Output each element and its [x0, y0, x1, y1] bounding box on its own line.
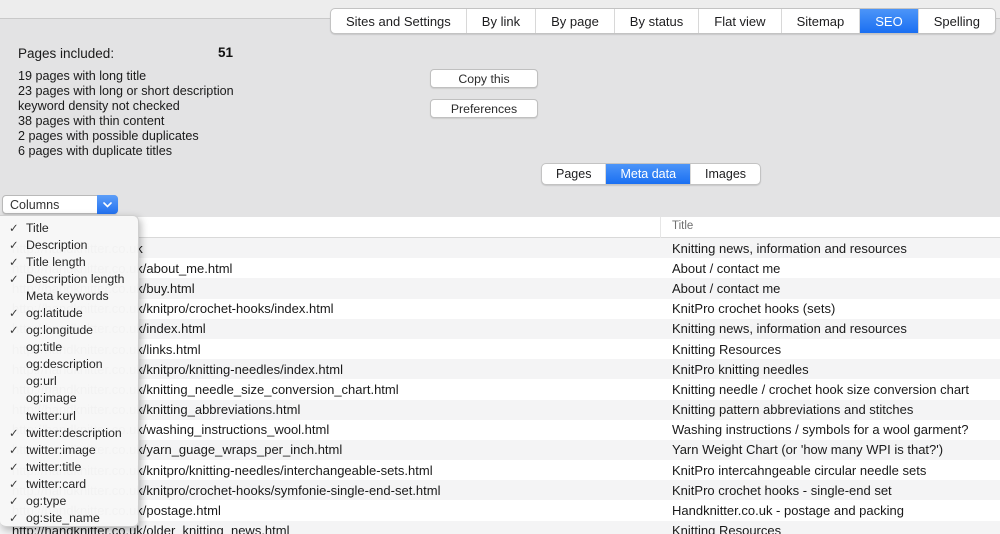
chevron-down-icon[interactable] — [97, 195, 118, 214]
menu-item-meta-keywords[interactable]: Meta keywords — [0, 287, 138, 304]
tab-flat-view[interactable]: Flat view — [698, 9, 780, 33]
summary-line: 2 pages with possible duplicates — [18, 129, 234, 144]
table-row[interactable]: http://handknitter.co.uk/washing_instruc… — [0, 420, 1000, 440]
checkmark-icon: ✓ — [9, 272, 23, 286]
pages-included-label: Pages included: — [18, 46, 114, 61]
menu-item-description[interactable]: ✓Description — [0, 236, 138, 253]
menu-item-twitter-url[interactable]: twitter:url — [0, 407, 138, 424]
tab-images[interactable]: Images — [690, 164, 760, 184]
table-row[interactable]: http://handknitter.co.uk/yarn_guage_wrap… — [0, 440, 1000, 460]
menu-item-twitter-title[interactable]: ✓twitter:title — [0, 458, 138, 475]
main-tab-bar: Sites and Settings By link By page By st… — [330, 8, 996, 34]
summary-line: keyword density not checked — [18, 99, 234, 114]
title-cell: Knitting needle / crochet hook size conv… — [660, 382, 1000, 397]
checkmark-icon: ✓ — [9, 255, 23, 269]
summary-line: 19 pages with long title — [18, 69, 234, 84]
menu-item-og-description[interactable]: og:description — [0, 356, 138, 373]
checkmark-icon: ✓ — [9, 306, 23, 320]
menu-item-og-image[interactable]: og:image — [0, 390, 138, 407]
table-row[interactable]: http://handknitter.co.uk/knitting_needle… — [0, 379, 1000, 399]
title-cell: Knitting news, information and resources — [660, 241, 1000, 256]
columns-popup-label: Columns — [3, 198, 98, 212]
title-cell: Yarn Weight Chart (or 'how many WPI is t… — [660, 442, 1000, 457]
menu-item-og-longitude[interactable]: ✓og:longitude — [0, 322, 138, 339]
table-row[interactable]: http://handknitter.co.ukKnitting news, i… — [0, 238, 1000, 258]
tab-spelling[interactable]: Spelling — [918, 9, 995, 33]
preferences-button[interactable]: Preferences — [430, 99, 538, 118]
menu-item-twitter-description[interactable]: ✓twitter:description — [0, 424, 138, 441]
results-tab-bar: Pages Meta data Images — [541, 163, 761, 185]
title-cell: KnitPro crochet hooks - single-end set — [660, 483, 1000, 498]
columns-popup-button[interactable]: Columns — [2, 195, 118, 214]
menu-item-og-title[interactable]: og:title — [0, 339, 138, 356]
tab-by-link[interactable]: By link — [466, 9, 535, 33]
checkmark-icon: ✓ — [9, 477, 23, 491]
checkmark-icon: ✓ — [9, 443, 23, 457]
column-divider — [660, 217, 661, 238]
menu-item-description-length[interactable]: ✓Description length — [0, 270, 138, 287]
title-cell: KnitPro intercahngeable circular needle … — [660, 463, 1000, 478]
menu-item-twitter-image[interactable]: ✓twitter:image — [0, 441, 138, 458]
menu-item-og-type[interactable]: ✓og:type — [0, 493, 138, 510]
title-column-header[interactable]: Title — [672, 220, 693, 232]
title-cell: Knitting news, information and resources — [660, 321, 1000, 336]
table-row[interactable]: http://handknitter.co.uk/buy.htmlAbout /… — [0, 278, 1000, 298]
table-row[interactable]: http://handknitter.co.uk/knitting_abbrev… — [0, 400, 1000, 420]
menu-item-og-latitude[interactable]: ✓og:latitude — [0, 304, 138, 321]
checkmark-icon: ✓ — [9, 460, 23, 474]
meta-data-table: Title http://handknitter.co.ukKnitting n… — [0, 217, 1000, 534]
summary-line: 38 pages with thin content — [18, 114, 234, 129]
title-cell: KnitPro crochet hooks (sets) — [660, 301, 1000, 316]
checkmark-icon: ✓ — [9, 221, 23, 235]
table-row[interactable]: http://handknitter.co.uk/postage.htmlHan… — [0, 500, 1000, 520]
title-cell: Knitting Resources — [660, 523, 1000, 534]
table-row[interactable]: http://handknitter.co.uk/about_me.htmlAb… — [0, 258, 1000, 278]
seo-summary-list: 19 pages with long title 23 pages with l… — [18, 69, 234, 159]
summary-line: 23 pages with long or short description — [18, 84, 234, 99]
checkmark-icon: ✓ — [9, 238, 23, 252]
table-row[interactable]: http://handknitter.co.uk/links.htmlKnitt… — [0, 339, 1000, 359]
checkmark-icon: ✓ — [9, 511, 23, 525]
menu-item-title[interactable]: ✓Title — [0, 219, 138, 236]
checkmark-icon: ✓ — [9, 323, 23, 337]
menu-item-title-length[interactable]: ✓Title length — [0, 253, 138, 270]
title-cell: Handknitter.co.uk - postage and packing — [660, 503, 1000, 518]
checkmark-icon: ✓ — [9, 426, 23, 440]
table-row[interactable]: http://handknitter.co.uk/index.htmlKnitt… — [0, 319, 1000, 339]
title-cell: Knitting Resources — [660, 342, 1000, 357]
tab-sites-and-settings[interactable]: Sites and Settings — [331, 9, 466, 33]
table-row[interactable]: http://handknitter.co.uk/older_knitting_… — [0, 521, 1000, 534]
tab-meta-data[interactable]: Meta data — [605, 164, 690, 184]
title-cell: Knitting pattern abbreviations and stitc… — [660, 402, 1000, 417]
table-row[interactable]: http://handknitter.co.uk/knitpro/knittin… — [0, 359, 1000, 379]
title-cell: About / contact me — [660, 261, 1000, 276]
table-header-row: Title — [0, 217, 1000, 238]
title-cell: Washing instructions / symbols for a woo… — [660, 422, 1000, 437]
columns-dropdown-menu: ✓Title ✓Description ✓Title length ✓Descr… — [0, 215, 139, 527]
menu-item-twitter-card[interactable]: ✓twitter:card — [0, 475, 138, 492]
summary-line: 6 pages with duplicate titles — [18, 144, 234, 159]
table-row[interactable]: http://handknitter.co.uk/knitpro/knittin… — [0, 460, 1000, 480]
tab-seo[interactable]: SEO — [859, 9, 917, 33]
title-cell: About / contact me — [660, 281, 1000, 296]
checkmark-icon: ✓ — [9, 494, 23, 508]
tab-by-status[interactable]: By status — [614, 9, 698, 33]
pages-included-count: 51 — [218, 45, 233, 60]
menu-item-og-site-name[interactable]: ✓og:site_name — [0, 510, 138, 527]
copy-this-button[interactable]: Copy this — [430, 69, 538, 88]
tab-pages[interactable]: Pages — [542, 164, 605, 184]
table-row[interactable]: http://handknitter.co.uk/knitpro/crochet… — [0, 299, 1000, 319]
tab-by-page[interactable]: By page — [535, 9, 614, 33]
menu-item-og-url[interactable]: og:url — [0, 373, 138, 390]
title-cell: KnitPro knitting needles — [660, 362, 1000, 377]
tab-sitemap[interactable]: Sitemap — [781, 9, 860, 33]
table-row[interactable]: http://handknitter.co.uk/knitpro/crochet… — [0, 480, 1000, 500]
